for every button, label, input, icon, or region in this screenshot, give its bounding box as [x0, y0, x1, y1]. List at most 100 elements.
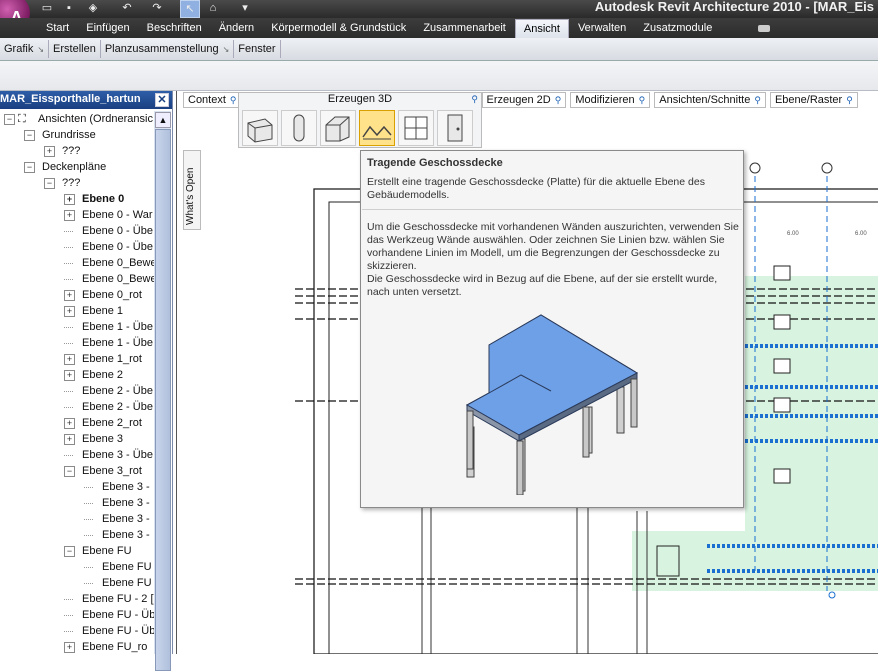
ribbon-tab[interactable]: Zusatzmodule [635, 19, 720, 37]
collapse-icon[interactable]: − [64, 466, 75, 477]
erzeugen-2d-panel-tab[interactable]: Erzeugen 2D ⚲ [481, 92, 567, 108]
ribbon-tab[interactable]: Verwalten [570, 19, 634, 37]
view-tree: − ⛶ Ansichten (Ordneransic − Grundrisse +??? −… [0, 111, 154, 654]
ribbon-panel-bar: Grafik ↘ Erstellen Planzusammenstellung ↘ Fen… [0, 38, 878, 61]
dimension-label: 6.00 [787, 231, 799, 237]
ribbon-tab[interactable]: Einfügen [78, 19, 137, 37]
collapse-icon[interactable]: − [44, 178, 55, 189]
collapse-icon[interactable]: − [24, 130, 35, 141]
pin-icon[interactable]: ⚲ [471, 94, 478, 105]
ribbon-tab[interactable]: Ansicht [514, 19, 569, 38]
column-tool-icon[interactable] [281, 110, 317, 146]
home-icon[interactable]: ⌂ [204, 0, 222, 16]
tree-connector [84, 519, 93, 520]
ribbon-panels: Grafik ↘ Erstellen Planzusammenstellung ↘ Fen… [0, 40, 281, 58]
tree-node-label: Grundrisse [42, 129, 96, 141]
tree-node-label: Ebene 2_rot [82, 417, 142, 429]
ribbon-minimize-icon[interactable] [758, 25, 770, 32]
dimension-label: 6.00 [855, 231, 867, 237]
ribbon-tab[interactable]: Start [38, 19, 77, 37]
tree-node-label: Ebene FU - Üb [82, 625, 154, 637]
context-panel-tab[interactable]: Context ⚲ [183, 92, 242, 108]
pin-icon[interactable]: ⚲ [639, 95, 646, 105]
collapse-icon[interactable]: − [4, 114, 15, 125]
ribbon-tab[interactable]: Zusammenarbeit [415, 19, 514, 37]
ribbon-tab[interactable]: Ändern [211, 19, 262, 37]
expand-icon[interactable]: + [64, 370, 75, 381]
wall-tool-icon[interactable] [242, 110, 278, 146]
tree-node-label: Ebene 1 - Übe [82, 337, 153, 349]
ribbon-panel-label[interactable]: Fenster [234, 40, 281, 58]
scroll-up-icon[interactable]: ▲ [155, 112, 171, 128]
dialog-launcher-icon[interactable]: ↘ [223, 45, 230, 54]
pin-icon[interactable]: ⚲ [754, 95, 761, 105]
tree-node-label: Ebene 3_rot [82, 465, 142, 477]
select-icon[interactable]: ↖ [180, 0, 200, 18]
undo-icon[interactable]: ↶ [118, 0, 136, 16]
expand-icon[interactable]: + [64, 354, 75, 365]
pin-icon[interactable]: ⚲ [230, 95, 237, 105]
tree-node-label: Ebene 0_Bewe [82, 273, 154, 285]
tree-node-label: Ebene FU - Üb [82, 609, 154, 621]
tree-node-label: Ansichten (Ordneransic [38, 113, 153, 125]
customize-dropdown-icon[interactable]: ▾ [236, 0, 254, 16]
ribbon-panel-label[interactable]: Erstellen [49, 40, 101, 58]
ribbon-panel-label[interactable]: Grafik ↘ [0, 40, 50, 58]
close-icon[interactable]: ✕ [155, 93, 169, 107]
tree-connector [64, 599, 73, 600]
collapse-icon[interactable]: − [64, 546, 75, 557]
expand-icon[interactable]: + [64, 642, 75, 653]
redo-icon[interactable]: ↷ [148, 0, 166, 16]
expand-icon[interactable]: + [64, 434, 75, 445]
tree-node-label: Ebene 3 - [102, 513, 150, 525]
tree-connector [84, 487, 93, 488]
tree-connector [64, 343, 73, 344]
pin-icon[interactable]: ⚲ [555, 95, 562, 105]
tree-node-label: Ebene 0_Bewe [82, 257, 154, 269]
project-browser: MAR_Eissporthalle_hartun ✕ − ⛶ Ansichten (… [0, 91, 173, 671]
project-browser-title: MAR_Eissporthalle_hartun ✕ [0, 91, 172, 109]
tree-node-label: Ebene 3 - Übe [82, 449, 153, 461]
ebene-raster-panel-tab[interactable]: Ebene/Raster ⚲ [769, 92, 858, 108]
tree-scrollbar[interactable]: ▲ [154, 111, 171, 671]
structure-tool-icon[interactable] [320, 110, 356, 146]
tooltip-divider [362, 209, 742, 210]
ribbon-content [0, 61, 878, 91]
save-icon[interactable]: ▪ [60, 0, 78, 16]
window-tool-icon[interactable] [398, 110, 434, 146]
expand-icon[interactable]: + [64, 306, 75, 317]
tree-connector [64, 263, 73, 264]
open-icon[interactable]: ▭ [38, 0, 56, 16]
expand-icon[interactable]: + [64, 210, 75, 221]
expand-icon[interactable]: + [44, 146, 55, 157]
ansichten-schnitte-panel-tab[interactable]: Ansichten/Schnitte ⚲ [654, 92, 766, 108]
expand-icon[interactable]: + [64, 290, 75, 301]
tooltip-description: Erstellt eine tragende Geschossdecke (Pl… [367, 176, 705, 201]
tree-node-label: Ebene 2 [82, 369, 123, 381]
tree-node-label: Ebene 1 - Übe [82, 321, 153, 333]
tree-connector [84, 567, 93, 568]
collapse-icon[interactable]: − [24, 162, 35, 173]
expand-icon[interactable]: + [64, 418, 75, 429]
pin-icon[interactable]: ⚲ [846, 95, 853, 105]
tree-connector [64, 231, 73, 232]
tree-connector [64, 455, 73, 456]
whats-open-tab[interactable]: What's Open [183, 150, 201, 230]
sync-icon[interactable]: ◈ [84, 0, 102, 16]
views-icon: ⛶ [18, 113, 26, 125]
modifizieren-panel-tab[interactable]: Modifizieren ⚲ [570, 92, 651, 108]
ribbon-tab[interactable]: Körpermodell & Grundstück [263, 19, 414, 37]
door-tool-icon[interactable] [437, 110, 473, 146]
ribbon-panel-label[interactable]: Planzusammenstellung ↘ [101, 40, 235, 58]
structural-floor-tool-icon[interactable] [359, 110, 395, 146]
tree-node-label: Ebene 3 [82, 433, 123, 445]
tree-node-label: Ebene FU [102, 561, 152, 573]
scrollbar-thumb[interactable] [155, 129, 171, 671]
ribbon-tab[interactable]: Beschriften [139, 19, 210, 37]
tree-connector [84, 503, 93, 504]
dialog-launcher-icon[interactable]: ↘ [37, 45, 44, 54]
tooltip-title: Tragende Geschossdecke [367, 157, 503, 169]
tooltip-help-text: Um die Geschossdecke mit vorhandenen Wän… [367, 221, 739, 272]
expand-icon[interactable]: + [64, 194, 75, 205]
floor-slab-illustration [465, 314, 639, 495]
